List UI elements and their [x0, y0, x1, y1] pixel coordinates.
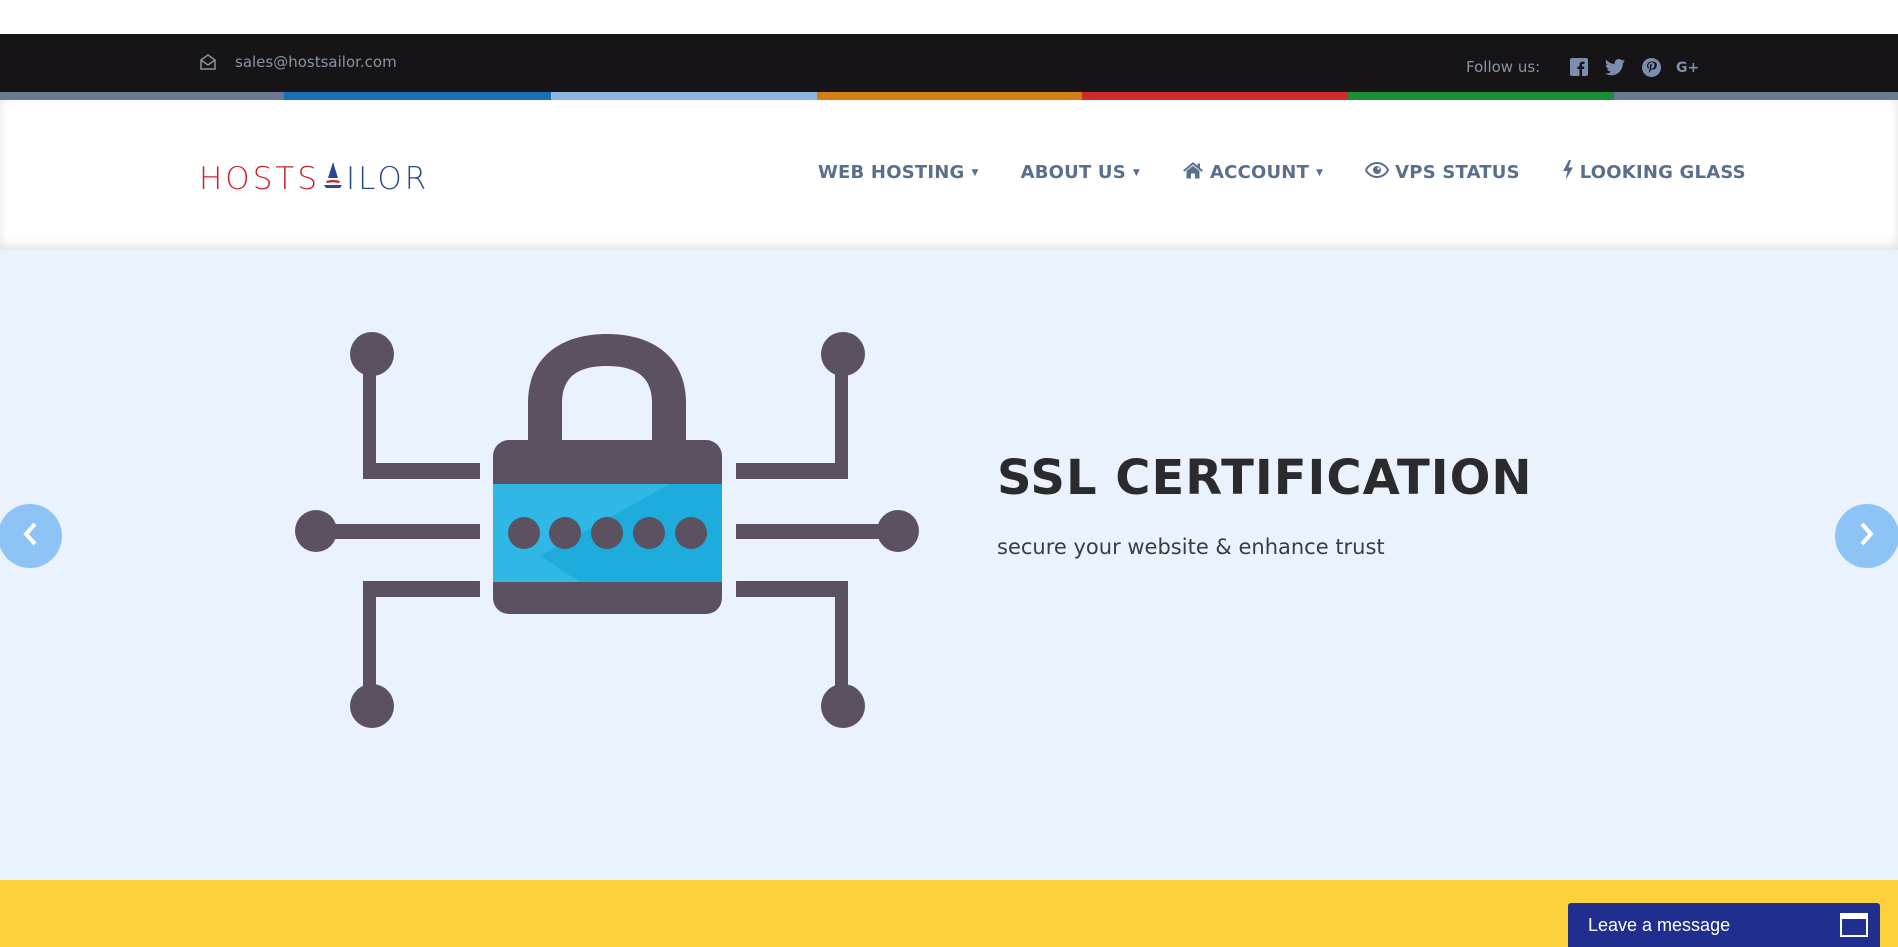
strip-segment	[551, 92, 817, 100]
caret-down-icon: ▼	[1316, 167, 1324, 178]
nav-about-us[interactable]: ABOUT US ▼	[1021, 162, 1140, 183]
nav-vps-status-label: VPS STATUS	[1395, 162, 1520, 183]
envelope-icon	[199, 54, 217, 70]
nav-account-label: ACCOUNT	[1210, 162, 1310, 183]
home-icon	[1182, 161, 1210, 184]
strip-segment	[284, 92, 551, 100]
hero-title: SSL CERTIFICATION	[997, 450, 1533, 506]
chevron-right-icon	[1859, 522, 1875, 550]
svg-text:G+: G+	[1676, 60, 1698, 75]
nav-web-hosting-label: WEB HOSTING	[818, 162, 965, 183]
slider-next-button[interactable]	[1835, 504, 1898, 568]
strip-segment	[1614, 92, 1898, 100]
pinterest-icon[interactable]	[1640, 56, 1662, 78]
nav-account[interactable]: ACCOUNT ▼	[1182, 161, 1323, 184]
eye-icon	[1365, 161, 1395, 183]
social-follow: Follow us: G+	[1466, 56, 1712, 78]
strip-segment	[0, 92, 284, 100]
caret-down-icon: ▼	[971, 167, 979, 178]
twitter-icon[interactable]	[1604, 56, 1626, 78]
sail-icon	[322, 160, 344, 198]
bolt-icon	[1562, 160, 1580, 185]
nav-web-hosting[interactable]: WEB HOSTING ▼	[818, 162, 979, 183]
facebook-icon[interactable]	[1568, 56, 1590, 78]
follow-label: Follow us:	[1466, 58, 1541, 76]
strip-segment	[1082, 92, 1348, 100]
nav-vps-status[interactable]: VPS STATUS	[1365, 161, 1520, 183]
nav-about-us-label: ABOUT US	[1020, 162, 1126, 183]
window-icon[interactable]	[1840, 913, 1868, 941]
chevron-left-icon	[22, 522, 38, 550]
slider-prev-button[interactable]	[0, 504, 62, 568]
color-strip	[0, 92, 1898, 100]
nav-looking-glass-label: LOOKING GLASS	[1579, 162, 1746, 183]
hostsailor-logo[interactable]: HOSTS ILOR	[199, 160, 429, 198]
nav-looking-glass[interactable]: LOOKING GLASS	[1562, 160, 1746, 185]
email-contact[interactable]: sales@hostsailor.com	[199, 53, 397, 71]
logo-text-part2: ILOR	[346, 161, 430, 197]
site-header: HOSTS ILOR WEB HOSTING ▼ ABOUT US ▼ ACCO…	[0, 100, 1898, 250]
hero-subtitle: secure your website & enhance trust	[997, 535, 1385, 559]
caret-down-icon: ▼	[1132, 167, 1141, 178]
hero-slider: SSL CERTIFICATION secure your website & …	[0, 250, 1898, 880]
top-bar: sales@hostsailor.com Follow us: G+	[0, 34, 1898, 92]
circuit-lock-illustration	[295, 332, 919, 728]
google-plus-icon[interactable]: G+	[1676, 56, 1698, 78]
logo-text-part1: HOSTS	[199, 161, 321, 197]
email-link[interactable]: sales@hostsailor.com	[235, 53, 397, 71]
strip-segment	[1348, 92, 1614, 100]
leave-message-widget[interactable]: Leave a message	[1568, 903, 1880, 947]
leave-message-label: Leave a message	[1588, 914, 1731, 935]
strip-segment	[817, 92, 1082, 100]
main-nav: WEB HOSTING ▼ ABOUT US ▼ ACCOUNT ▼ VPS S…	[818, 160, 1746, 185]
